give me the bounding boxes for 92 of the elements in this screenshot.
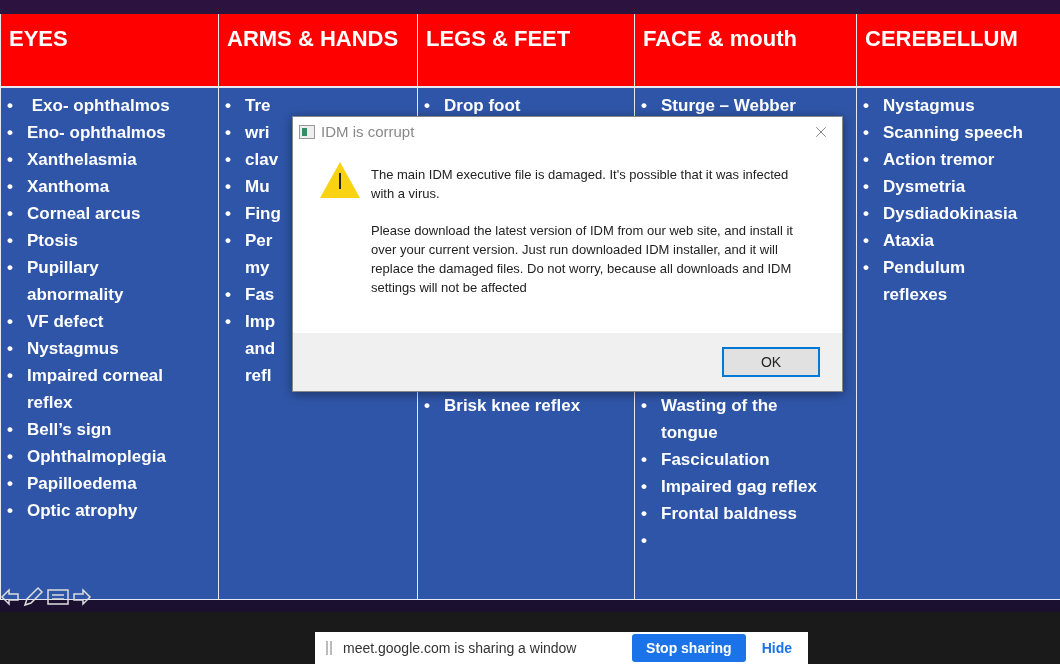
list-item: Ataxia	[883, 230, 935, 252]
list-item: Ptosis	[27, 230, 79, 252]
bullet: •	[225, 150, 231, 169]
list-item: Tre	[245, 95, 271, 117]
list-item: Sturge – Webber	[661, 95, 796, 117]
bullet: •	[7, 366, 13, 385]
list-item: Fing	[245, 203, 281, 225]
list-item: Nystagmus	[883, 95, 975, 117]
list-item: Impaired corneal reflex	[27, 365, 164, 414]
list-item: Drop foot	[444, 95, 521, 117]
list-item: Exo- ophthalmos	[30, 95, 170, 117]
bullet: •	[225, 285, 231, 304]
warning-icon	[319, 161, 361, 199]
list-item: Pendulum reflexes	[883, 257, 966, 306]
bullet: •	[641, 477, 647, 496]
bullet: •	[641, 396, 647, 415]
pen-icon[interactable]	[22, 586, 44, 608]
list-item: Fas	[245, 284, 275, 306]
column-header: ARMS & HANDS	[219, 14, 417, 86]
list-item: Dysmetria	[883, 176, 966, 198]
list-item: Xanthelasmia	[27, 149, 137, 171]
bullet: •	[424, 96, 430, 115]
bullet: •	[641, 504, 647, 523]
dialog-message: The main IDM executive file is damaged. It's possible that it was infected with a virus.	[371, 166, 790, 203]
list-item: Pupillary abnormality	[27, 257, 124, 306]
right-arrow-icon[interactable]	[72, 587, 92, 607]
dialog-title: IDM is corrupt	[321, 121, 415, 142]
list-item: Imp and refl	[245, 311, 276, 387]
bullet: •	[225, 123, 231, 142]
list-item: Per my	[245, 230, 273, 279]
column-header: CEREBELLUM	[857, 14, 1060, 86]
bullet: •	[641, 450, 647, 469]
list-item: Dysdiadokinasia	[883, 203, 1018, 225]
list-item: Impaired gag reflex	[661, 476, 817, 498]
list-item: clav	[245, 149, 279, 171]
list-item: Brisk knee reflex	[444, 395, 581, 417]
list-item: wri	[245, 122, 270, 144]
list-item: Papilloedema	[27, 473, 137, 495]
bullet: •	[7, 501, 13, 520]
menu-icon[interactable]	[46, 587, 70, 607]
bullet: •	[7, 258, 13, 277]
bullet: •	[7, 123, 13, 142]
bullet: •	[7, 96, 13, 115]
list-item: Frontal baldness	[661, 503, 798, 525]
bullet: •	[641, 96, 647, 115]
stop-sharing-button[interactable]: Stop sharing	[632, 634, 746, 662]
list-item: Action tremor	[883, 149, 995, 171]
bullet: •	[7, 420, 13, 439]
bullet: •	[641, 531, 647, 550]
list-item: VF defect	[27, 311, 104, 333]
list-item: Bell’s sign	[27, 419, 112, 441]
bullet: •	[863, 123, 869, 142]
bullet: •	[7, 474, 13, 493]
list-item: Scanning speech	[883, 122, 1023, 144]
bullet: •	[225, 177, 231, 196]
bullet: •	[863, 204, 869, 223]
bullet: •	[7, 177, 13, 196]
list-item: Corneal arcus	[27, 203, 141, 225]
bullet: •	[225, 312, 231, 331]
column-header: EYES	[1, 14, 218, 86]
list-item: Mu	[245, 176, 270, 198]
bullet: •	[863, 96, 869, 115]
bullet: •	[863, 177, 869, 196]
list-item: Optic atrophy	[27, 500, 138, 522]
ok-button[interactable]: OK	[722, 347, 820, 377]
left-arrow-icon[interactable]	[0, 587, 20, 607]
bullet: •	[863, 258, 869, 277]
bullet: •	[863, 150, 869, 169]
bullet: •	[7, 204, 13, 223]
bullet: •	[863, 231, 869, 250]
bullet: •	[225, 204, 231, 223]
list-item: Ophthalmoplegia	[27, 446, 166, 468]
bullet: •	[7, 312, 13, 331]
list-item: Wasting of the tongue	[661, 395, 778, 444]
hide-link[interactable]: Hide	[755, 637, 798, 659]
app-icon	[299, 125, 315, 139]
column-header: LEGS & FEET	[418, 14, 634, 86]
list-item: Nystagmus	[27, 338, 119, 360]
bullet: •	[225, 96, 231, 115]
grip-icon[interactable]	[325, 641, 333, 655]
bullet: •	[424, 396, 430, 415]
dialog-message: Please download the latest version of IDM from our web site, and install it over your current version. Just run downloaded IDM installer, and it will replace the damaged files. Do not worry, because all downloads and IDM settings will not be affected	[371, 222, 794, 297]
list-item: Eno- ophthalmos	[27, 122, 166, 144]
list-item: Fasciculation	[661, 449, 770, 471]
bullet: •	[7, 447, 13, 466]
bullet: •	[7, 231, 13, 250]
bullet: •	[7, 339, 13, 358]
bullet: •	[7, 150, 13, 169]
column-header: FACE & mouth	[635, 14, 856, 86]
list-item: Xanthoma	[27, 176, 110, 198]
bullet: •	[225, 231, 231, 250]
sharing-message: meet.google.com is sharing a window	[343, 638, 577, 658]
